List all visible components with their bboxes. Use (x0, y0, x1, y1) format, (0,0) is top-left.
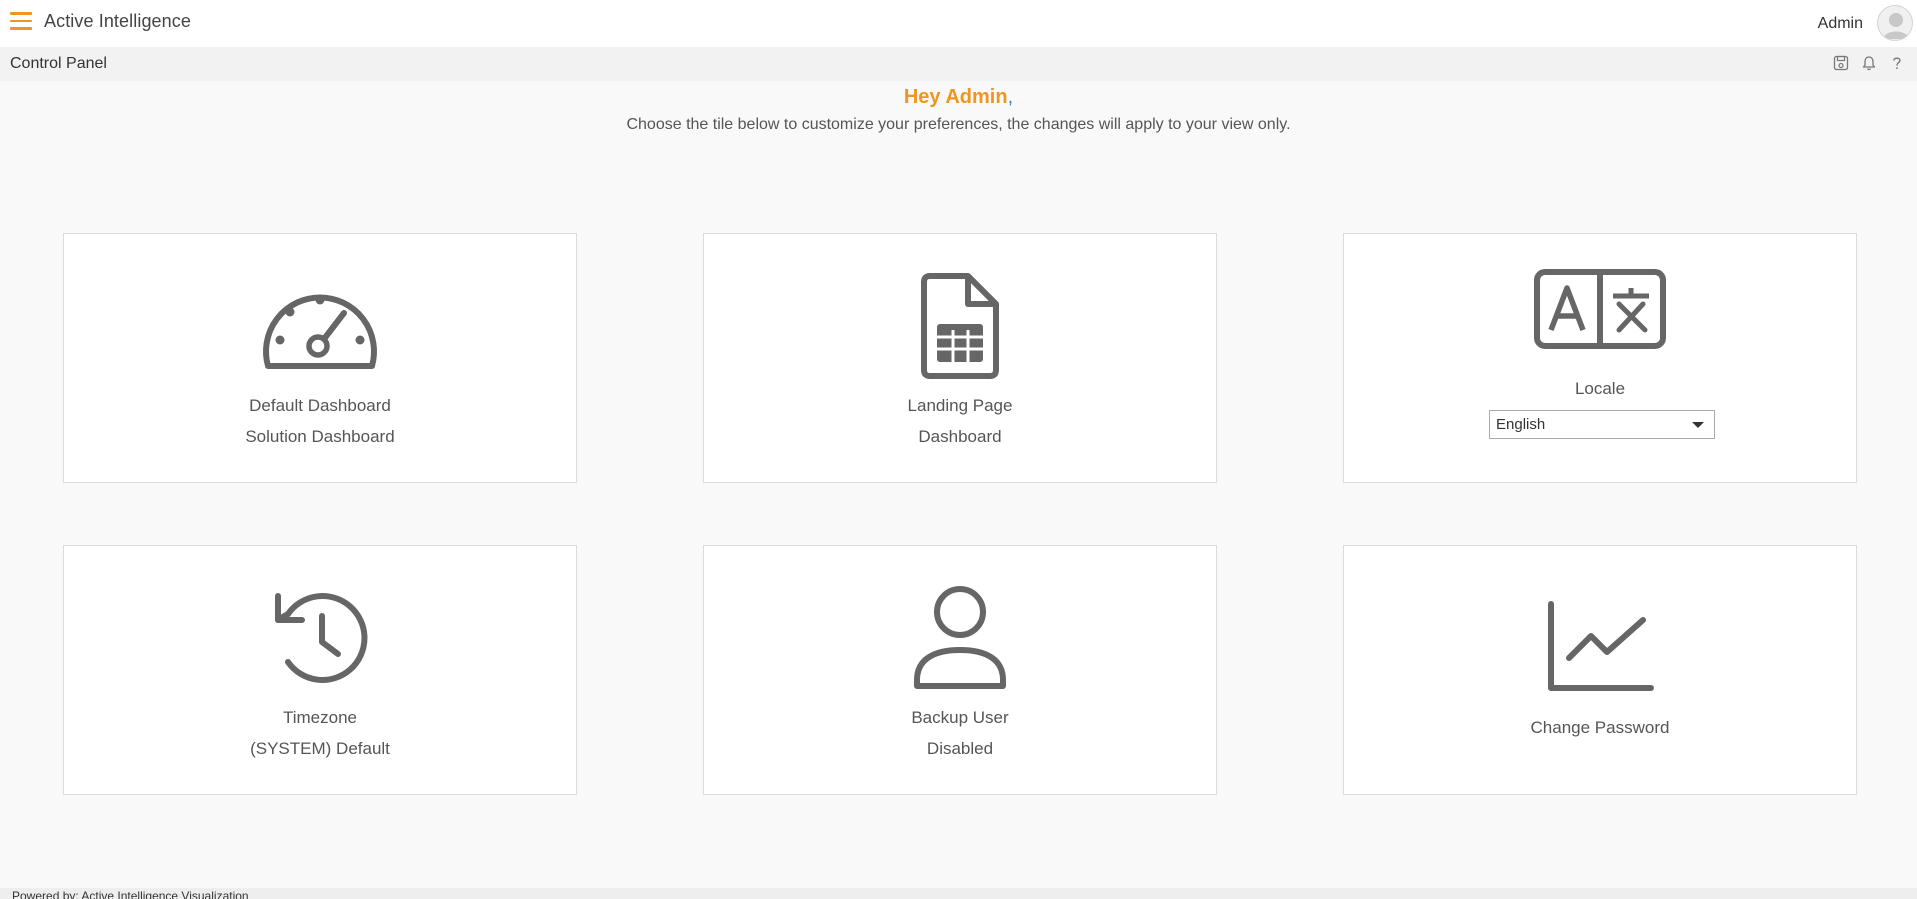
greeting-comma: , (1007, 86, 1014, 108)
locale-selected-value: English (1496, 416, 1546, 433)
tile-backup-user[interactable]: Backup User Disabled (703, 545, 1217, 795)
history-clock-icon (275, 593, 368, 683)
toolbar-icons (1831, 53, 1907, 73)
chevron-down-icon (1692, 422, 1704, 428)
page-title: Control Panel (10, 55, 107, 72)
tile-value: (SYSTEM) Default (250, 739, 390, 758)
greeting-text: Hey Admin (903, 86, 1008, 108)
tile-landing-page[interactable]: Landing Page Dashboard (703, 233, 1217, 483)
user-avatar-icon (1883, 13, 1909, 39)
hamburger-menu-icon[interactable] (10, 12, 32, 30)
tile-default-dashboard[interactable]: Default Dashboard Solution Dashboard (63, 233, 577, 483)
powered-by-text: Powered by: Active Intelligence Visualiz… (12, 889, 249, 899)
spreadsheet-file-icon (921, 273, 999, 379)
tile-value: Solution Dashboard (245, 427, 395, 446)
tile-title: Default Dashboard (249, 396, 391, 415)
tile-value: Dashboard (918, 427, 1002, 446)
tile-title: Landing Page (907, 396, 1013, 415)
tile-title: Timezone (282, 708, 357, 727)
top-bar: Active Intelligence Admin (0, 0, 1917, 47)
save-icon[interactable] (1831, 53, 1851, 73)
line-chart-icon (1548, 601, 1654, 691)
app-title: Active Intelligence (44, 11, 191, 31)
help-icon[interactable] (1887, 53, 1907, 73)
gauge-icon (263, 294, 377, 369)
translate-icon (1534, 269, 1666, 349)
tile-locale[interactable]: Locale English (1343, 233, 1857, 483)
bell-icon[interactable] (1859, 53, 1879, 73)
avatar[interactable] (1877, 5, 1913, 41)
tile-timezone[interactable]: Timezone (SYSTEM) Default (63, 545, 577, 795)
locale-select[interactable]: English (1489, 410, 1715, 439)
tile-title: Backup User (911, 708, 1009, 727)
tile-value: Disabled (926, 739, 994, 758)
tile-title: Change Password (1530, 718, 1670, 737)
user-name[interactable]: Admin (1818, 15, 1863, 33)
tile-title: Locale (1574, 379, 1626, 398)
tile-change-password[interactable]: Change Password (1343, 545, 1857, 795)
instructions-text: Choose the tile below to customize your … (626, 116, 1291, 133)
user-icon (914, 586, 1006, 689)
footer: Powered by: Active Intelligence Visualiz… (0, 888, 1917, 899)
control-panel-bar: Control Panel (0, 47, 1917, 81)
greeting: Hey Admin, (0, 86, 1917, 109)
